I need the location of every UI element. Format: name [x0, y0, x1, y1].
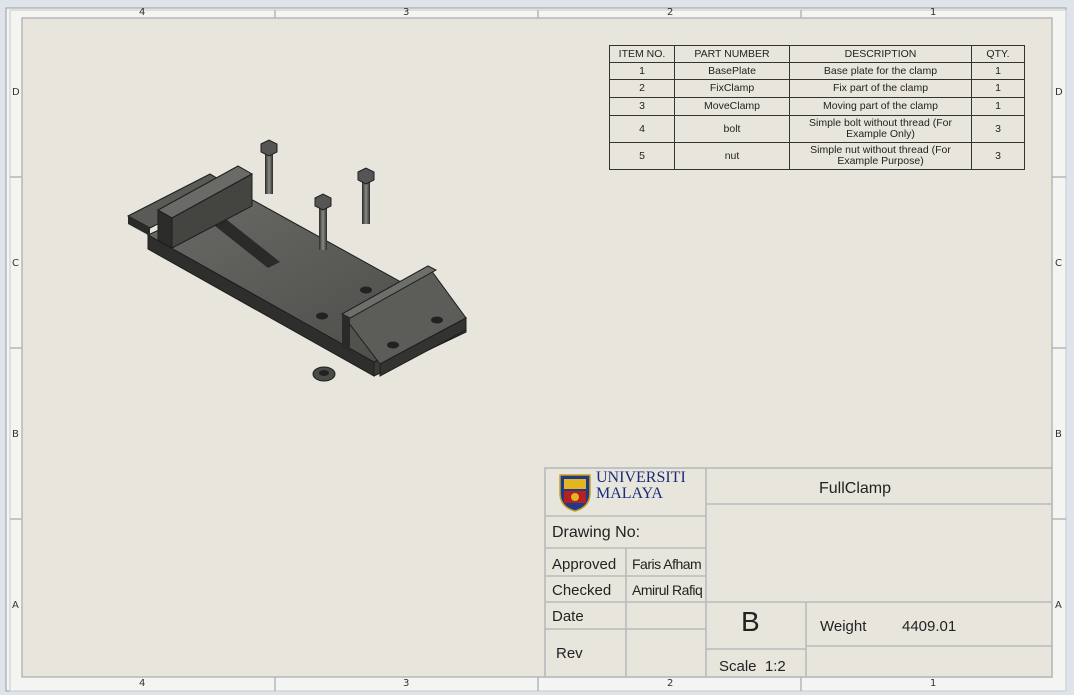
zone-row-d-right: D [1055, 87, 1063, 98]
bom-description: Moving part of the clamp [789, 97, 972, 116]
bom-description: Fix part of the clamp [789, 79, 972, 98]
zone-col-2-top: 2 [667, 7, 674, 18]
zone-row-d-left: D [12, 87, 20, 98]
bom-part: FixClamp [674, 79, 790, 98]
checked-label: Checked [552, 582, 612, 599]
bom-description: Simple bolt without thread (For Example … [789, 115, 972, 143]
zone-col-1-top: 1 [930, 7, 937, 18]
university-crest-logo [559, 474, 591, 512]
bom-item: 3 [609, 97, 675, 116]
zone-col-3-top: 3 [403, 7, 410, 18]
bom-qty: 3 [971, 142, 1025, 170]
checked-by: Amirul Rafiq [632, 582, 703, 598]
zone-col-1-bottom: 1 [930, 678, 937, 689]
drawing-no-label: Drawing No: [552, 524, 641, 541]
bom-header-part: PART NUMBER [674, 45, 790, 63]
rev-label: Rev [556, 645, 583, 662]
nut [312, 366, 336, 382]
weight-label: Weight [820, 618, 867, 635]
date-label: Date [552, 608, 584, 625]
zone-row-b-left: B [12, 429, 19, 440]
university-name-line2: MALAYA [596, 485, 663, 502]
zone-col-4-top: 4 [139, 7, 146, 18]
bom-qty: 1 [971, 79, 1025, 98]
bom-item: 4 [609, 115, 675, 143]
zone-col-2-bottom: 2 [667, 678, 674, 689]
zone-row-c-left: C [12, 258, 19, 269]
zone-row-a-right: A [1055, 600, 1062, 611]
bom-part: nut [674, 142, 790, 170]
bom-row: 2 FixClamp Fix part of the clamp 1 [609, 79, 1025, 98]
bom-qty: 3 [971, 115, 1025, 143]
bom-qty: 1 [971, 62, 1025, 80]
bom-part: bolt [674, 115, 790, 143]
bom-part: BasePlate [674, 62, 790, 80]
zone-col-4-bottom: 4 [139, 678, 146, 689]
zone-col-3-bottom: 3 [403, 678, 410, 689]
zone-row-b-right: B [1055, 429, 1062, 440]
university-name-line1: UNIVERSITI [596, 469, 686, 486]
drawing-title: FullClamp [819, 480, 892, 497]
bom-row: 1 BasePlate Base plate for the clamp 1 [609, 62, 1025, 80]
bolt [357, 167, 375, 224]
bom-qty: 1 [971, 97, 1025, 116]
scale-value: Scale 1:2 [719, 658, 786, 675]
bom-row: 4 bolt Simple bolt without thread (For E… [609, 115, 1025, 143]
bom-header-row: ITEM NO. PART NUMBER DESCRIPTION QTY. [609, 45, 1025, 63]
bom-description: Simple nut without thread (For Example P… [789, 142, 972, 170]
clamp-assembly-view [126, 139, 468, 382]
zone-row-a-left: A [12, 600, 19, 611]
bom-description: Base plate for the clamp [789, 62, 972, 80]
bom-row: 5 nut Simple nut without thread (For Exa… [609, 142, 1025, 170]
bom-header-item: ITEM NO. [609, 45, 675, 63]
bom-item: 2 [609, 79, 675, 98]
bom-header-qty: QTY. [971, 45, 1025, 63]
bill-of-materials-table: ITEM NO. PART NUMBER DESCRIPTION QTY. 1 … [609, 45, 1025, 170]
bom-row: 3 MoveClamp Moving part of the clamp 1 [609, 97, 1025, 116]
approved-by: Faris Afham [632, 556, 702, 572]
bolt [260, 139, 278, 194]
bom-item: 5 [609, 142, 675, 170]
zone-row-c-right: C [1055, 258, 1062, 269]
weight-value: 4409.01 [902, 618, 957, 635]
drawing-sheet: 4 3 2 1 4 3 2 1 D C B A D C B A ITEM NO.… [0, 0, 1074, 695]
approved-label: Approved [552, 556, 617, 573]
bom-part: MoveClamp [674, 97, 790, 116]
sheet-size: B [741, 606, 760, 637]
bom-item: 1 [609, 62, 675, 80]
bom-header-description: DESCRIPTION [789, 45, 972, 63]
